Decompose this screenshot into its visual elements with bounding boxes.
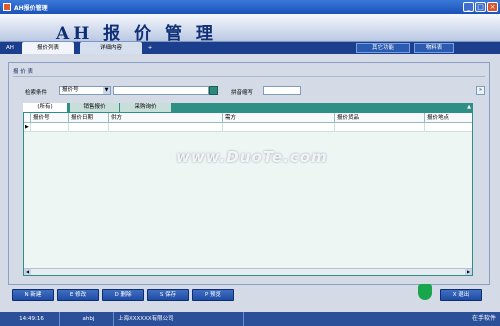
save-button-label: 保存 — [165, 292, 177, 298]
grid-col-buyer[interactable]: 需方 — [222, 113, 334, 123]
search-input[interactable] — [113, 86, 209, 95]
delete-button-label: 删除 — [120, 292, 132, 298]
window-titlebar: AH报价管理 _ □ × — [0, 0, 500, 14]
quote-panel: 报 价 表 检索条件 报价号 ▼ 拼音缩写 » (所有) 销售报价 采购询价 ▲… — [8, 62, 490, 285]
row-pointer-icon: ▶ — [25, 124, 29, 130]
new-button[interactable]: N 新建 — [12, 289, 54, 301]
grid-header: 报价号 报价日期 供方 需方 报价货品 报价地点 — [24, 113, 472, 123]
scroll-right-icon[interactable]: ▶ — [465, 269, 472, 275]
panel-title: 报 价 表 — [13, 69, 33, 75]
grid-col-supplier[interactable]: 供方 — [108, 113, 222, 123]
table-cell[interactable] — [334, 123, 424, 132]
grid-col-quote-no[interactable]: 报价号 — [30, 113, 68, 123]
statusbar: 14:49:16 ahbj 上海XXXXXX有限公司 在手软件 — [0, 312, 500, 326]
shield-icon — [418, 284, 432, 300]
window-title: AH报价管理 — [14, 5, 48, 12]
grid-col-quote-date[interactable]: 报价日期 — [68, 113, 108, 123]
scroll-left-icon[interactable]: ◀ — [24, 269, 31, 275]
table-row[interactable]: ▶ — [24, 123, 472, 132]
tab-add[interactable]: + — [144, 42, 156, 54]
edit-button-key: E — [69, 292, 74, 298]
save-button-key: S — [159, 292, 164, 298]
table-cell[interactable] — [30, 123, 68, 132]
table-cell[interactable] — [68, 123, 108, 132]
table-cell[interactable] — [424, 123, 472, 132]
site-logo — [418, 284, 498, 310]
pinyin-label: 拼音缩写 — [231, 90, 254, 96]
materials-button[interactable]: 物料表 — [414, 43, 454, 53]
subtab-sales-quote[interactable]: 销售报价 — [69, 103, 119, 112]
status-time: 14:49:16 — [0, 312, 60, 326]
minimize-button[interactable]: _ — [463, 2, 474, 12]
tab-quote-list[interactable]: 报价列表 — [22, 42, 74, 54]
maximize-button[interactable]: □ — [475, 2, 486, 12]
criteria-select[interactable]: 报价号 ▼ — [59, 86, 111, 95]
chevron-down-icon: ▼ — [103, 87, 110, 94]
search-button[interactable] — [209, 86, 218, 95]
quote-grid[interactable]: 报价号 报价日期 供方 需方 报价货品 报价地点 ▶ ◀ ▶ — [23, 112, 473, 276]
criteria-select-value: 报价号 — [62, 87, 79, 93]
quote-type-tabs: (所有) 销售报价 采购询价 ▲ — [23, 103, 473, 112]
preview-button[interactable]: P 预览 — [192, 289, 234, 301]
grid-col-location[interactable]: 报价地点 — [424, 113, 472, 123]
new-button-label: 新建 — [30, 292, 42, 298]
app-icon — [3, 3, 11, 11]
preview-button-label: 预览 — [210, 292, 222, 298]
watermark-text: www.DuoTe.com — [176, 148, 328, 166]
subtab-all[interactable]: (所有) — [23, 103, 67, 112]
horizontal-scrollbar[interactable]: ◀ ▶ — [24, 268, 472, 275]
panel-separator — [13, 76, 485, 77]
edit-button[interactable]: E 修改 — [57, 289, 99, 301]
banner-title: AH 报 价 管 理 — [56, 24, 217, 44]
edit-button-label: 修改 — [75, 292, 87, 298]
status-company: 上海XXXXXX有限公司 — [114, 312, 244, 326]
top-tabstrip: AH 报价列表 详细内容 + 其它功能 物料表 — [0, 42, 500, 54]
table-cell[interactable] — [108, 123, 222, 132]
close-button[interactable]: × — [487, 2, 498, 12]
expand-icon[interactable]: » — [476, 86, 485, 95]
delete-button[interactable]: D 删除 — [102, 289, 144, 301]
tab-ah[interactable]: AH — [0, 42, 20, 54]
status-right-text: 在手软件 — [471, 315, 496, 322]
delete-button-key: D — [114, 292, 119, 298]
other-functions-button[interactable]: 其它功能 — [356, 43, 410, 53]
grid-col-goods[interactable]: 报价货品 — [334, 113, 424, 123]
pinyin-input[interactable] — [263, 86, 301, 95]
subtab-purchase-inquiry[interactable]: 采购询价 — [119, 103, 171, 112]
preview-button-key: P — [204, 292, 209, 298]
collapse-icon[interactable]: ▲ — [467, 103, 471, 112]
app-banner: AH 报 价 管 理 — [0, 14, 500, 44]
criteria-label: 检索条件 — [25, 90, 48, 96]
status-user: ahbj — [60, 312, 114, 326]
tab-details[interactable]: 详细内容 — [80, 42, 142, 54]
table-cell[interactable] — [222, 123, 334, 132]
new-button-key: N — [24, 292, 29, 298]
save-button[interactable]: S 保存 — [147, 289, 189, 301]
